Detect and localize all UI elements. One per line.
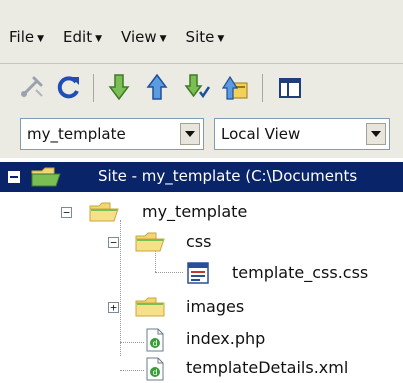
put-files-button[interactable] [140, 70, 174, 104]
site-selectors: my_template Local View [0, 114, 403, 154]
check-out-icon [184, 74, 211, 99]
chevron-down-icon: ▼ [37, 34, 45, 44]
menu-bar: File ▼ Edit ▼ View ▼ Site ▼ [0, 18, 403, 56]
toolbar-separator [93, 74, 94, 102]
tree-item-label: index.php [186, 329, 266, 348]
menu-edit-label: Edit [63, 28, 93, 46]
collapse-toggle-icon[interactable]: − [61, 207, 72, 218]
view-select[interactable]: Local View [214, 118, 390, 150]
xml-file-icon: d [146, 357, 164, 381]
chevron-down-icon: ▼ [159, 34, 167, 44]
connect-button[interactable] [14, 70, 48, 104]
menu-site[interactable]: Site ▼ [186, 28, 225, 46]
toolbar [0, 66, 403, 108]
expand-toggle-icon[interactable]: + [108, 302, 119, 313]
menu-divider [0, 63, 403, 64]
tree-item-css-folder[interactable]: − css [0, 227, 403, 257]
tree-item-my-template[interactable]: − my_template [0, 197, 403, 227]
view-select-value: Local View [221, 125, 301, 143]
view-dropdown-button[interactable] [366, 123, 386, 145]
site-dropdown-button[interactable] [180, 123, 200, 145]
tree-item-css-file[interactable]: template_css.css [0, 258, 403, 288]
tree-item-label: my_template [142, 202, 248, 221]
check-in-button[interactable] [218, 70, 252, 104]
get-files-button[interactable] [102, 70, 136, 104]
menu-view-label: View [121, 28, 157, 46]
tree-item-details-file[interactable]: d templateDetails.xml [0, 353, 403, 383]
chevron-down-icon: ▼ [217, 34, 225, 44]
menu-file[interactable]: File ▼ [9, 28, 44, 46]
files-panel: File ▼ Edit ▼ View ▼ Site ▼ my_template … [0, 0, 403, 383]
tree-item-images-folder[interactable]: + images [0, 292, 403, 322]
tree-item-label: templateDetails.xml [186, 358, 349, 377]
chevron-down-icon [185, 131, 195, 137]
tree-item-label: images [186, 297, 245, 316]
refresh-button[interactable] [52, 70, 86, 104]
tree-item-index-file[interactable]: d index.php [0, 324, 403, 354]
site-select[interactable]: my_template [20, 118, 204, 150]
css-file-icon [187, 262, 209, 284]
collapse-toggle-icon[interactable] [8, 171, 20, 183]
check-out-button[interactable] [180, 70, 214, 104]
folder-icon [135, 297, 165, 317]
connect-icon [21, 76, 43, 97]
chevron-down-icon [371, 131, 381, 137]
check-in-icon [221, 75, 248, 100]
put-icon [146, 73, 168, 100]
tree-item-label: css [186, 232, 212, 251]
file-tree: − my_template − css template_css.css + i… [0, 192, 403, 383]
svg-text:d: d [152, 368, 157, 377]
folder-open-icon [89, 202, 119, 222]
folder-open-icon [135, 232, 165, 252]
chevron-down-icon: ▼ [95, 34, 103, 44]
site-select-value: my_template [27, 125, 126, 143]
menu-view[interactable]: View ▼ [121, 28, 167, 46]
tree-root-label: Site - my_template (C:\Documents [98, 167, 358, 185]
tree-item-label: template_css.css [232, 263, 369, 282]
site-folder-icon [31, 167, 61, 187]
tree-root-site[interactable]: Site - my_template (C:\Documents [0, 162, 403, 192]
menu-file-label: File [9, 28, 35, 46]
menu-site-label: Site [185, 28, 215, 46]
refresh-icon [57, 76, 79, 99]
get-icon [108, 74, 130, 101]
expand-button[interactable] [272, 70, 306, 104]
svg-text:d: d [152, 339, 157, 348]
collapse-toggle-icon[interactable]: − [108, 237, 119, 248]
toolbar-separator [262, 74, 263, 102]
expand-icon [279, 78, 301, 98]
php-file-icon: d [146, 328, 164, 352]
menu-edit[interactable]: Edit ▼ [63, 28, 102, 46]
